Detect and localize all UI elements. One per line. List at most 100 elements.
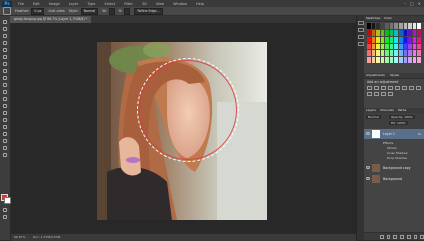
color-swatch[interactable]	[399, 23, 403, 29]
styles-tab[interactable]: Styles	[388, 73, 401, 78]
color-swatch[interactable]	[376, 23, 380, 29]
color-swatch[interactable]	[367, 57, 371, 63]
color-swatch[interactable]	[394, 23, 399, 29]
color-swatch[interactable]	[399, 29, 403, 36]
brightness-contrast-icon[interactable]	[367, 86, 372, 90]
color-swatch[interactable]	[371, 23, 376, 29]
channel-mixer-icon[interactable]	[374, 92, 379, 96]
visibility-eye-icon[interactable]	[366, 166, 370, 169]
effect-inner-shadow[interactable]: Inner Shadow	[387, 151, 408, 155]
invert-icon[interactable]	[381, 92, 386, 96]
color-swatch[interactable]	[417, 36, 421, 43]
menu-type[interactable]: Type	[87, 2, 95, 6]
blur-tool-icon[interactable]	[2, 104, 8, 108]
color-swatch[interactable]	[417, 50, 421, 57]
color-swatch[interactable]	[412, 23, 417, 29]
color-swatch[interactable]	[408, 36, 412, 43]
refine-edge-button[interactable]: Refine Edge...	[134, 7, 163, 15]
menu-edit[interactable]: Edit	[33, 2, 40, 6]
levels-icon[interactable]	[374, 86, 379, 90]
color-swatch[interactable]	[399, 57, 403, 63]
swatch-grid[interactable]	[367, 23, 421, 63]
color-swatch[interactable]	[412, 36, 417, 43]
color-swatch[interactable]	[380, 57, 385, 63]
color-swatch[interactable]	[380, 43, 385, 50]
curves-icon[interactable]	[381, 86, 386, 90]
color-swatch[interactable]	[367, 29, 371, 36]
layer-row[interactable]: Background	[364, 174, 424, 184]
path-selection-tool-icon[interactable]	[2, 132, 8, 136]
color-swatch[interactable]	[389, 43, 394, 50]
color-swatch[interactable]	[371, 36, 376, 43]
exposure-icon[interactable]	[388, 86, 393, 90]
close-button[interactable]: ✕	[418, 1, 421, 6]
color-swatch[interactable]	[408, 29, 412, 36]
hand-tool-icon[interactable]	[2, 146, 8, 150]
gradient-tool-icon[interactable]	[2, 97, 8, 101]
type-tool-icon[interactable]	[2, 125, 8, 129]
add-mask-icon[interactable]	[393, 234, 398, 239]
color-swatch[interactable]	[380, 36, 385, 43]
color-swatch[interactable]	[389, 23, 394, 29]
color-swatch[interactable]	[376, 57, 380, 63]
color-swatch[interactable]	[385, 43, 389, 50]
blend-mode-select[interactable]: Normal	[366, 115, 381, 119]
antialias-label[interactable]: Anti-alias	[48, 9, 64, 13]
color-swatch[interactable]	[371, 50, 376, 57]
color-swatch[interactable]	[399, 36, 403, 43]
layer-name[interactable]: Layer 1	[383, 132, 395, 136]
color-swatch[interactable]	[389, 50, 394, 57]
menu-window[interactable]: Window	[173, 2, 187, 6]
color-swatch[interactable]	[408, 23, 412, 29]
color-swatch[interactable]	[385, 29, 389, 36]
color-swatch[interactable]	[394, 43, 399, 50]
color-swatch[interactable]	[380, 50, 385, 57]
height-input[interactable]	[124, 7, 131, 15]
swatches-tab[interactable]: Swatches	[364, 16, 382, 21]
document-tab[interactable]: glady-fanging.jpg @ 66.7% (Layer 1, RGB/…	[10, 16, 92, 23]
photo-filter-icon[interactable]	[367, 92, 372, 96]
new-group-icon[interactable]	[406, 234, 411, 239]
color-swatch[interactable]	[367, 36, 371, 43]
color-swatch[interactable]	[367, 43, 371, 50]
color-swatch[interactable]	[376, 50, 380, 57]
quick-mask-icon[interactable]	[2, 208, 8, 212]
color-swatch[interactable]	[376, 36, 380, 43]
color-swatch[interactable]	[371, 29, 376, 36]
layer-name[interactable]: Background copy	[383, 166, 411, 170]
healing-brush-tool-icon[interactable]	[2, 62, 8, 66]
color-swatch[interactable]	[408, 43, 412, 50]
layer-row[interactable]: Layer 1 fx	[364, 129, 424, 139]
color-swatch[interactable]	[412, 29, 417, 36]
history-brush-tool-icon[interactable]	[2, 83, 8, 87]
delete-layer-icon[interactable]	[420, 234, 424, 239]
color-swatch[interactable]	[389, 36, 394, 43]
lasso-tool-icon[interactable]	[2, 34, 8, 38]
color-swatch[interactable]	[403, 23, 408, 29]
clone-stamp-tool-icon[interactable]	[2, 76, 8, 80]
color-swatch[interactable]	[376, 43, 380, 50]
color-swatch[interactable]	[403, 43, 408, 50]
vibrance-icon[interactable]	[395, 86, 400, 90]
feather-input[interactable]: 0 px	[31, 7, 45, 15]
color-swatch[interactable]	[417, 29, 421, 36]
antialias-option[interactable]: Anti-alias	[48, 9, 64, 13]
width-input[interactable]	[108, 7, 115, 15]
color-swatch[interactable]	[389, 29, 394, 36]
color-swatch[interactable]	[389, 57, 394, 63]
zoom-tool-icon[interactable]	[2, 153, 8, 157]
color-swatch[interactable]	[399, 43, 403, 50]
crop-tool-icon[interactable]	[2, 48, 8, 52]
color-swatch[interactable]	[403, 36, 408, 43]
minimize-button[interactable]: –	[404, 1, 406, 6]
menu-help[interactable]: Help	[196, 2, 204, 6]
pen-tool-icon[interactable]	[2, 118, 8, 122]
color-swatch[interactable]	[380, 29, 385, 36]
new-adjustment-icon[interactable]	[400, 234, 404, 239]
add-style-icon[interactable]	[386, 234, 391, 239]
link-layers-icon[interactable]	[380, 234, 384, 239]
layer-name[interactable]: Background	[383, 177, 402, 181]
adjustments-tab[interactable]: Adjustments	[364, 73, 387, 78]
effect-drop-shadow[interactable]: Drop Shadow	[387, 156, 407, 160]
color-swatch[interactable]	[367, 23, 371, 29]
